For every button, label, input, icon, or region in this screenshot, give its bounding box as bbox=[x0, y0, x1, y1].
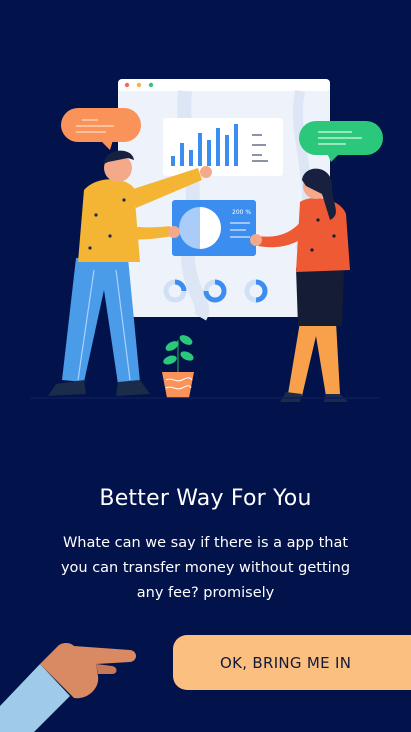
bring-me-in-button[interactable]: OK, BRING ME IN bbox=[173, 635, 411, 690]
bar-chart-card bbox=[163, 118, 283, 176]
stat-percent-label: 200 % bbox=[232, 209, 251, 216]
onboarding-title: Better Way For You bbox=[99, 486, 312, 511]
onboarding-screen: 200 % Better Way For You Whate can we sa… bbox=[0, 0, 411, 732]
pie-stat-card: 200 % bbox=[172, 200, 256, 256]
pointing-hand-illustration bbox=[0, 643, 136, 732]
onboarding-description: Whate can we say if there is a app that … bbox=[60, 535, 351, 601]
onboarding-illustration: 200 % bbox=[30, 79, 383, 402]
potted-plant bbox=[162, 335, 194, 398]
